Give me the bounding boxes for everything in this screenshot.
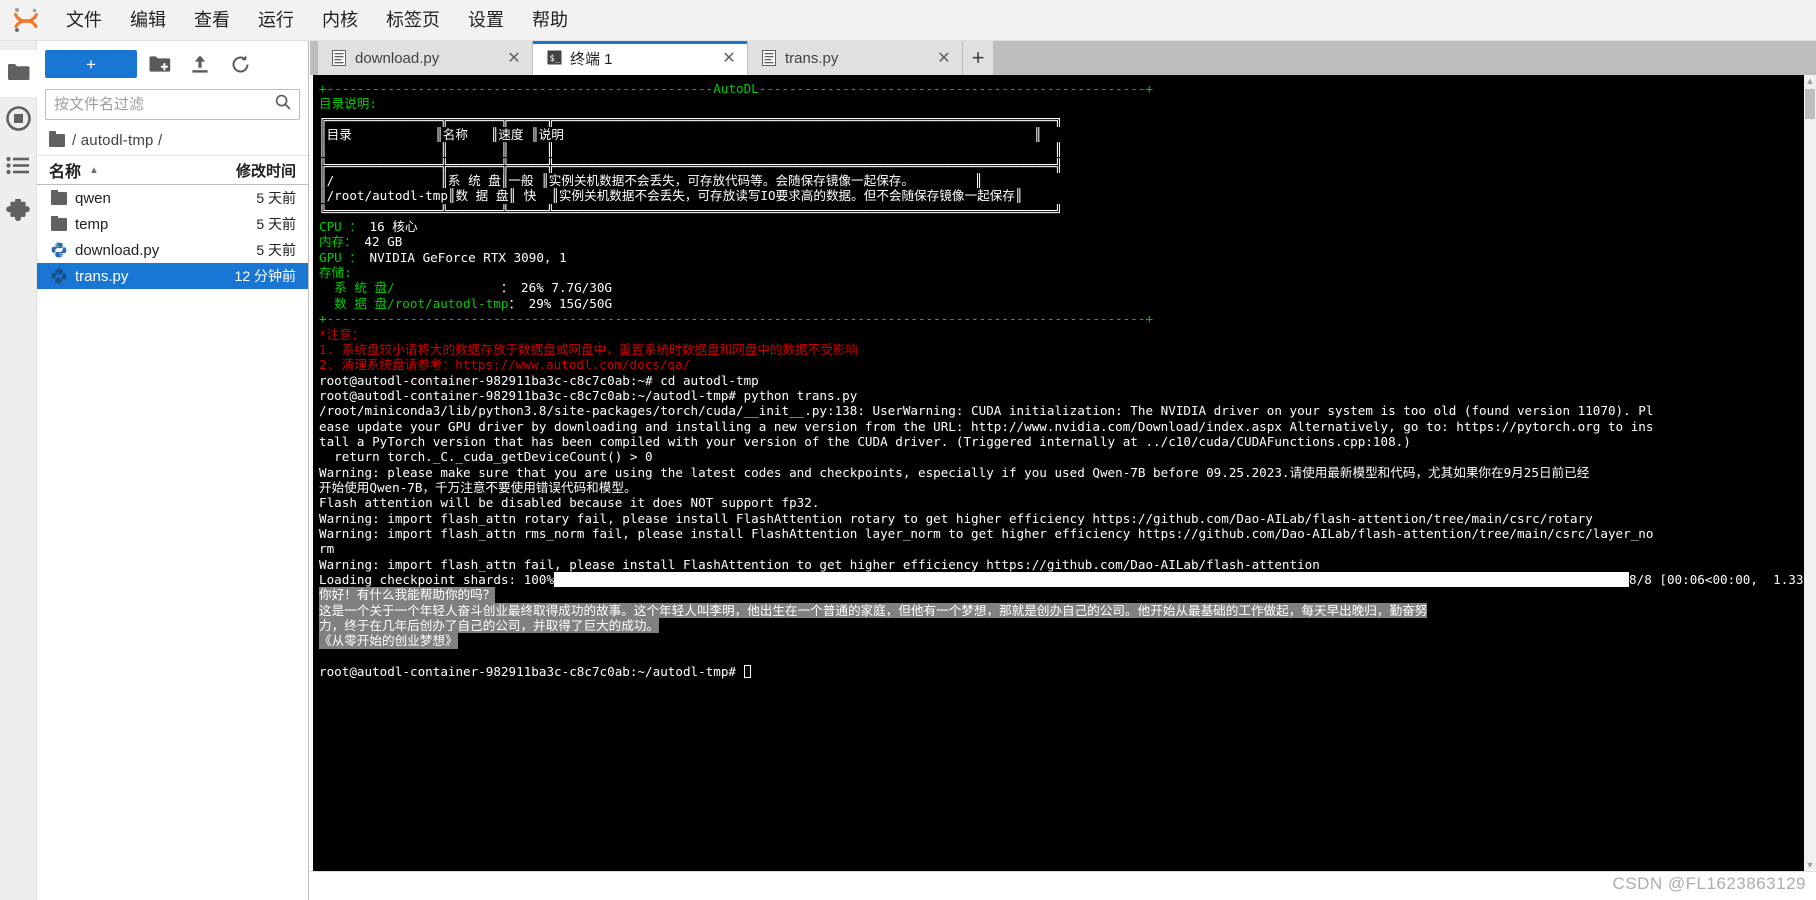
menu-item-file[interactable]: 文件 bbox=[52, 5, 116, 35]
menu-item-edit[interactable]: 编辑 bbox=[116, 5, 180, 35]
close-icon[interactable]: ✕ bbox=[936, 48, 952, 68]
file-name-label: download.py bbox=[75, 241, 160, 259]
jupyter-logo-icon bbox=[0, 0, 52, 41]
close-icon[interactable]: ✕ bbox=[506, 48, 522, 68]
file-name-cell: temp bbox=[51, 215, 204, 233]
python-icon bbox=[51, 242, 67, 258]
tab-bar: download.py ✕ $_ 终端 1 ✕ trans.py ✕ + bbox=[310, 41, 1816, 75]
terminal-icon: $_ bbox=[547, 50, 562, 66]
puzzle-icon bbox=[5, 197, 31, 230]
file-list-header: 名称 ▲ 修改时间 bbox=[37, 155, 308, 185]
scrollbar-thumb[interactable] bbox=[1805, 89, 1815, 119]
tab-trans-py[interactable]: trans.py ✕ bbox=[748, 41, 963, 75]
file-name-label: trans.py bbox=[75, 267, 129, 285]
text-file-icon bbox=[762, 50, 776, 66]
scroll-down-icon[interactable]: ▼ bbox=[1805, 860, 1815, 870]
folder-icon bbox=[51, 215, 67, 231]
file-modified-cell: 12 分钟前 bbox=[234, 268, 296, 284]
menu-item-help[interactable]: 帮助 bbox=[518, 5, 582, 35]
status-bar: CSDN @FL1623863129 bbox=[310, 871, 1816, 900]
sidebar-item-file-browser[interactable] bbox=[0, 50, 37, 97]
new-folder-icon[interactable] bbox=[143, 50, 177, 78]
list-item[interactable]: temp 5 天前 bbox=[37, 211, 308, 237]
file-name-cell: qwen bbox=[51, 189, 204, 207]
new-launcher-button[interactable]: + bbox=[45, 50, 137, 78]
scroll-up-icon[interactable]: ▲ bbox=[1805, 76, 1815, 86]
list-icon bbox=[6, 156, 30, 180]
main-dock-area: download.py ✕ $_ 终端 1 ✕ trans.py ✕ + +--… bbox=[310, 41, 1816, 900]
sidebar-item-table-of-contents[interactable] bbox=[0, 144, 37, 191]
file-name-cell: trans.py bbox=[51, 268, 204, 285]
svg-text:$_: $_ bbox=[549, 54, 560, 64]
breadcrumb-path: / autodl-tmp / bbox=[72, 132, 163, 149]
menu-item-view[interactable]: 查看 bbox=[180, 5, 244, 35]
sidebar-item-running-terminals[interactable] bbox=[0, 97, 37, 144]
list-item-selected[interactable]: trans.py 12 分钟前 bbox=[37, 263, 308, 289]
python-icon bbox=[51, 268, 67, 284]
terminal-panel[interactable]: +---------------------------------------… bbox=[313, 75, 1813, 871]
sort-ascending-icon: ▲ bbox=[89, 164, 99, 176]
stop-circle-icon bbox=[5, 105, 31, 136]
menu-item-run[interactable]: 运行 bbox=[244, 5, 308, 35]
folder-icon bbox=[7, 62, 30, 86]
text-file-icon bbox=[332, 50, 346, 66]
file-name-cell: download.py bbox=[51, 242, 204, 259]
list-item[interactable]: download.py 5 天前 bbox=[37, 237, 308, 263]
refresh-icon[interactable] bbox=[223, 50, 257, 78]
file-name-label: qwen bbox=[75, 189, 111, 207]
column-header-name[interactable]: 名称 ▲ bbox=[49, 158, 204, 182]
tab-label: download.py bbox=[355, 49, 440, 67]
menu-item-kernel[interactable]: 内核 bbox=[308, 5, 372, 35]
file-browser-toolbar: + bbox=[37, 41, 308, 87]
folder-icon bbox=[49, 131, 65, 147]
menu-item-tabs[interactable]: 标签页 bbox=[372, 5, 454, 35]
watermark-label: CSDN @FL1623863129 bbox=[1612, 874, 1806, 893]
column-header-modified[interactable]: 修改时间 bbox=[204, 160, 296, 181]
jupyterlab-window: 文件 编辑 查看 运行 内核 标签页 设置 帮助 + 按文件名过滤 / auto… bbox=[0, 0, 1816, 900]
upload-icon[interactable] bbox=[183, 50, 217, 78]
file-name-label: temp bbox=[75, 215, 109, 233]
file-filter[interactable] bbox=[45, 89, 300, 120]
terminal-output[interactable]: +---------------------------------------… bbox=[313, 75, 1813, 871]
file-filter-input[interactable] bbox=[54, 96, 275, 113]
tab-download-py[interactable]: download.py ✕ bbox=[318, 41, 533, 75]
sidebar-rail bbox=[0, 41, 37, 900]
file-modified-cell: 5 天前 bbox=[256, 190, 296, 206]
tab-label: trans.py bbox=[785, 49, 839, 67]
close-icon[interactable]: ✕ bbox=[721, 48, 737, 68]
list-item[interactable]: qwen 5 天前 bbox=[37, 185, 308, 211]
folder-icon bbox=[51, 189, 67, 205]
file-modified-cell: 5 天前 bbox=[256, 216, 296, 232]
column-header-name-label: 名称 bbox=[49, 164, 82, 181]
file-browser-panel: + / autodl-tmp / 名称 ▲ bbox=[37, 41, 309, 900]
file-modified-cell: 5 天前 bbox=[256, 242, 296, 258]
terminal-scrollbar[interactable]: ▲ ▼ bbox=[1804, 75, 1816, 871]
sidebar-item-extension-manager[interactable] bbox=[0, 191, 37, 238]
breadcrumb[interactable]: / autodl-tmp / bbox=[37, 128, 308, 155]
search-icon bbox=[275, 94, 291, 115]
menu-item-settings[interactable]: 设置 bbox=[454, 5, 518, 35]
menu-items: 文件 编辑 查看 运行 内核 标签页 设置 帮助 bbox=[52, 5, 582, 35]
file-list: qwen 5 天前 temp 5 天前 download.py 5 天前 tra… bbox=[37, 185, 308, 900]
tab-label: 终端 1 bbox=[570, 50, 613, 68]
tab-terminal-1[interactable]: $_ 终端 1 ✕ bbox=[533, 41, 748, 75]
new-tab-button[interactable]: + bbox=[963, 41, 993, 75]
menu-bar: 文件 编辑 查看 运行 内核 标签页 设置 帮助 bbox=[0, 0, 1816, 41]
